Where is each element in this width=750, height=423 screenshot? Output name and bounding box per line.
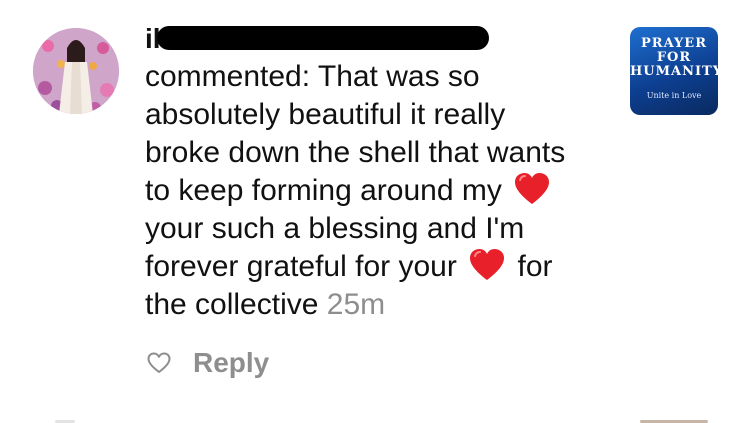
thumbnail-subtitle: Unite in Love bbox=[646, 91, 702, 100]
avatar-image bbox=[33, 28, 119, 114]
thumbnail-title: PRAYER FOR HUMANITY bbox=[630, 36, 718, 79]
comment-line-6: forever grateful for your for bbox=[145, 248, 615, 286]
comment-timestamp: 25m bbox=[326, 288, 386, 321]
post-thumbnail[interactable]: PRAYER FOR HUMANITY Unite in Love bbox=[630, 27, 718, 115]
comment-line-2: absolutely beautiful it really bbox=[145, 98, 506, 131]
comment-text-6b: for bbox=[517, 250, 553, 283]
red-heart-emoji-icon bbox=[469, 248, 505, 282]
red-heart-emoji-icon bbox=[514, 172, 550, 206]
reply-button[interactable]: Reply bbox=[193, 347, 269, 379]
comment-line-3: broke down the shell that wants bbox=[145, 136, 566, 169]
comment-line-1: commented: That was so bbox=[145, 60, 480, 93]
comment-text-4: to keep forming around my bbox=[145, 174, 502, 207]
comment-line-4: to keep forming around my bbox=[145, 172, 615, 210]
heart-outline-icon[interactable] bbox=[147, 352, 171, 374]
comment-line-7: the collective 25m bbox=[145, 286, 615, 324]
user-avatar[interactable] bbox=[33, 28, 119, 114]
username-redaction bbox=[157, 26, 489, 50]
notification-comment-screen: illuminatedalchemists commented: That wa… bbox=[0, 0, 750, 423]
comment-line-5: your such a blessing and I'm bbox=[145, 212, 525, 245]
comment-text-7: the collective bbox=[145, 288, 319, 321]
comment-body: illuminatedalchemists commented: That wa… bbox=[145, 23, 615, 324]
username-container: illuminatedalchemists bbox=[145, 23, 615, 58]
comment-actions: Reply bbox=[147, 347, 269, 379]
comment-text-6: forever grateful for your bbox=[145, 250, 457, 283]
